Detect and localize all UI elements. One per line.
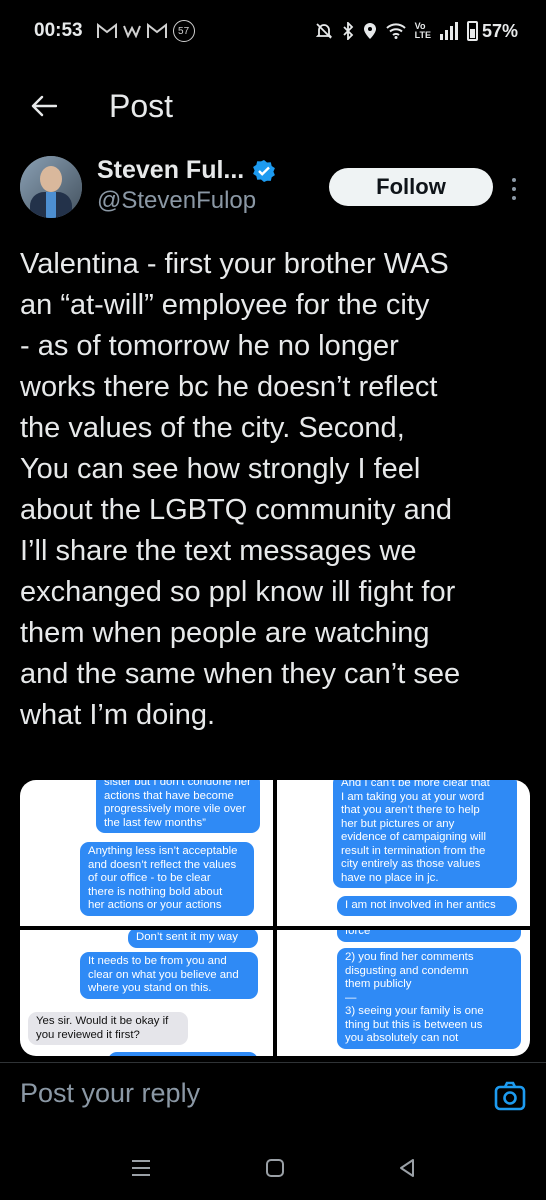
author-names: Steven Ful... @StevenFulop bbox=[97, 156, 276, 232]
more-vertical-icon bbox=[512, 178, 516, 182]
arrow-left-icon bbox=[31, 95, 57, 117]
divider bbox=[0, 1062, 546, 1063]
notification-icons: 57 bbox=[96, 20, 195, 42]
media-image-3[interactable]: Don’t sent it my way It needs to be from… bbox=[20, 930, 273, 1056]
page-title: Post bbox=[109, 87, 174, 124]
back-nav-button[interactable] bbox=[390, 1153, 424, 1183]
media-image-2[interactable]: And I can’t be more clear that I am taki… bbox=[277, 780, 530, 926]
media-image-1[interactable]: sister but I don’t condone her actions t… bbox=[20, 780, 273, 926]
author-handle[interactable]: @StevenFulop bbox=[97, 187, 276, 215]
message-bubble: It needs to be from you and clear on wha… bbox=[80, 952, 258, 999]
message-bubble: And I can’t be more clear that I am taki… bbox=[333, 780, 517, 888]
message-bubble: I am not involved in her antics bbox=[337, 896, 517, 916]
gmail-icon bbox=[96, 23, 117, 38]
message-bubble: Don’t sent it my way bbox=[128, 930, 258, 948]
location-icon bbox=[363, 23, 376, 39]
notification-count-badge: 57 bbox=[172, 20, 195, 42]
back-button[interactable] bbox=[14, 81, 74, 131]
message-bubble: sister but I don’t condone her actions t… bbox=[96, 780, 260, 833]
home-icon bbox=[266, 1159, 284, 1177]
mute-icon bbox=[315, 23, 332, 39]
back-triangle-icon bbox=[400, 1159, 414, 1177]
follow-button[interactable]: Follow bbox=[329, 168, 493, 206]
post-text: Valentina - first your brother WAS an “a… bbox=[20, 248, 461, 731]
post-author: Steven Ful... @StevenFulop Follow bbox=[20, 156, 530, 232]
camera-icon bbox=[494, 1081, 526, 1111]
recents-icon bbox=[132, 1160, 150, 1176]
camera-button[interactable] bbox=[494, 1080, 526, 1112]
status-bar: 00:53 57 Vo LTE 57% bbox=[0, 0, 546, 62]
reply-input[interactable]: Post your reply bbox=[20, 1078, 200, 1109]
message-bubble: force bbox=[337, 930, 521, 942]
system-icons: Vo LTE 57% bbox=[315, 21, 518, 42]
status-time: 00:53 bbox=[34, 20, 83, 41]
bluetooth-icon bbox=[342, 22, 353, 40]
message-bubble: 2) you find her comments disgusting and … bbox=[337, 948, 521, 1049]
signal-icon bbox=[439, 22, 458, 40]
volte-icon: Vo LTE bbox=[414, 21, 431, 40]
message-bubble: Yes sir. Would it be okay if you reviewe… bbox=[28, 1012, 188, 1045]
more-options-button[interactable] bbox=[506, 172, 522, 206]
battery-percent: 57% bbox=[481, 20, 518, 41]
post-media-grid[interactable]: sister but I don’t condone her actions t… bbox=[20, 780, 530, 1056]
message-bubble: Anything less isn’t acceptable and doesn… bbox=[80, 842, 254, 916]
battery-indicator: 57% bbox=[466, 20, 518, 42]
author-display-name[interactable]: Steven Ful... bbox=[97, 156, 244, 185]
battery-icon bbox=[466, 21, 478, 41]
avatar[interactable] bbox=[20, 156, 82, 218]
wifi-icon bbox=[385, 23, 406, 39]
home-button[interactable] bbox=[258, 1153, 292, 1183]
gmail-icon bbox=[146, 23, 167, 38]
top-app-bar: Post bbox=[0, 78, 546, 134]
w-icon bbox=[122, 25, 141, 38]
verified-badge-icon bbox=[253, 159, 276, 182]
recents-button[interactable] bbox=[124, 1153, 158, 1183]
message-bubble bbox=[108, 1052, 258, 1056]
media-image-4[interactable]: force 2) you find her comments disgustin… bbox=[277, 930, 530, 1056]
system-navigation-bar bbox=[0, 1145, 546, 1190]
